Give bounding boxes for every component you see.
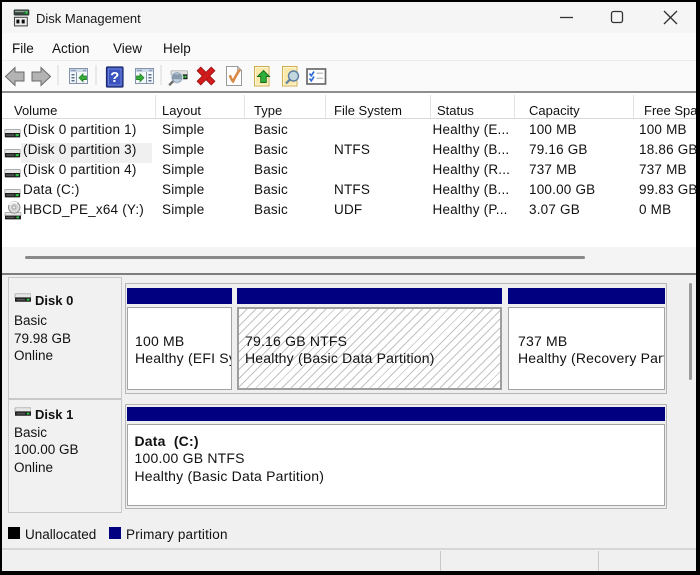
svg-text:?: ? — [110, 69, 119, 86]
